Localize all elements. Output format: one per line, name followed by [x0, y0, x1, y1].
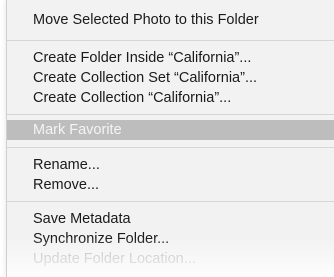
menu-item-remove[interactable]: Remove... — [7, 175, 334, 195]
menu-item-rename[interactable]: Rename... — [7, 155, 334, 175]
menu-item-move-selected-photo[interactable]: Move Selected Photo to this Folder — [7, 10, 334, 30]
menu-separator — [7, 114, 334, 115]
menu-separator — [7, 40, 334, 41]
menu-item-save-metadata[interactable]: Save Metadata — [7, 209, 334, 229]
menu-item-synchronize-folder[interactable]: Synchronize Folder... — [7, 229, 334, 249]
menu-item-mark-favorite[interactable]: Mark Favorite — [7, 120, 334, 140]
menu-item-update-folder-location: Update Folder Location... — [33, 251, 196, 267]
context-menu: Move Selected Photo to this Folder Creat… — [6, 0, 334, 277]
menu-item-create-folder[interactable]: Create Folder Inside “California”... — [7, 48, 334, 68]
menu-item-create-collection-set[interactable]: Create Collection Set “California”... — [7, 68, 334, 88]
menu-item-create-collection[interactable]: Create Collection “California”... — [7, 88, 334, 108]
menu-separator — [7, 147, 334, 148]
menu-separator — [7, 201, 334, 202]
